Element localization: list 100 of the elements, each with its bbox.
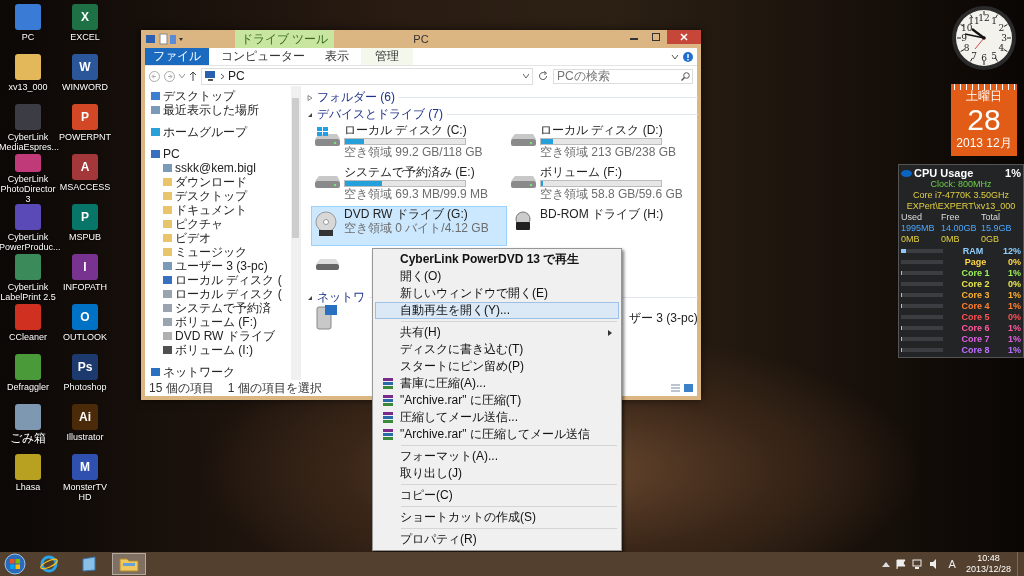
- up-arrow-icon[interactable]: [189, 71, 197, 81]
- nav-item[interactable]: デスクトップ: [163, 89, 235, 103]
- taskbar-button[interactable]: [112, 553, 146, 575]
- desktop-icon-label[interactable]: WINWORD: [62, 82, 108, 92]
- menu-item[interactable]: 新しいウィンドウで開く(E): [375, 285, 619, 302]
- ribbon-tab[interactable]: 表示: [317, 48, 357, 65]
- caret-icon[interactable]: [179, 73, 185, 79]
- nav-item[interactable]: ローカル ディスク (: [175, 273, 282, 287]
- menu-item[interactable]: 開く(O): [375, 268, 619, 285]
- menu-item[interactable]: ディスクに書き込む(T): [375, 341, 619, 358]
- nav-item[interactable]: ピクチャ: [175, 217, 223, 231]
- quick-access-toolbar-icon[interactable]: [145, 33, 185, 45]
- search-field[interactable]: PCの検索: [553, 68, 693, 84]
- caret-icon[interactable]: [523, 73, 529, 79]
- menu-item[interactable]: フォーマット(A)...: [375, 448, 619, 465]
- desktop-icon-label[interactable]: MSACCESS: [59, 182, 111, 192]
- app-icon[interactable]: X: [72, 4, 98, 30]
- desktop-icon-label[interactable]: Illustrator: [66, 432, 104, 442]
- menu-item[interactable]: スタートにピン留め(P): [375, 358, 619, 375]
- app-icon[interactable]: M: [72, 454, 98, 480]
- desktop-icon-label[interactable]: MonsterTV HD: [56, 482, 114, 502]
- nav-item[interactable]: sskk@kem.bigl: [175, 161, 256, 175]
- nav-item[interactable]: ローカル ディスク (: [175, 287, 282, 301]
- selected-drive-tile[interactable]: DVD RW ドライブ (G:) 空き領域 0 バイト/4.12 GB: [311, 206, 507, 246]
- desktop-icon-label[interactable]: CCleaner: [9, 332, 47, 342]
- app-icon[interactable]: Ps: [72, 354, 98, 380]
- nav-item[interactable]: PC: [163, 147, 180, 161]
- taskbar-clock[interactable]: 10:48 2013/12/28: [965, 553, 1011, 575]
- desktop-icon-label[interactable]: INFOPATH: [62, 282, 108, 292]
- group-header[interactable]: デバイスとドライブ (7): [317, 106, 443, 123]
- nav-item[interactable]: ボリューム (F:): [175, 315, 257, 329]
- menu-item[interactable]: "Archive.rar" に圧縮(T): [375, 392, 619, 409]
- usage-bar: [901, 292, 943, 297]
- help-icon[interactable]: [683, 51, 693, 62]
- address-bar[interactable]: PC: [201, 67, 533, 85]
- menu-item[interactable]: コピー(C): [375, 487, 619, 504]
- group-header[interactable]: ネットワ: [317, 289, 365, 306]
- nav-item[interactable]: ホームグループ: [163, 125, 247, 139]
- network-computer-label[interactable]: ザー 3 (3-pc): [629, 309, 698, 327]
- menu-item[interactable]: 圧縮してメール送信...: [375, 409, 619, 426]
- start-button[interactable]: [4, 553, 26, 575]
- close-button[interactable]: [667, 30, 701, 44]
- expander-icon[interactable]: [307, 111, 313, 118]
- speaker-icon[interactable]: [928, 559, 939, 569]
- app-icon[interactable]: I: [72, 254, 98, 280]
- caret-icon[interactable]: [671, 52, 679, 61]
- nav-item[interactable]: ミュージック: [175, 245, 247, 259]
- desktop-icon-label[interactable]: CyberLink LabelPrint 2.5: [0, 282, 56, 302]
- nav-item[interactable]: ユーザー 3 (3-pc): [175, 259, 268, 273]
- nav-item[interactable]: ボリューム (I:): [175, 343, 253, 357]
- app-icon[interactable]: A: [72, 154, 98, 180]
- app-icon[interactable]: P: [72, 104, 98, 130]
- desktop-icon-label[interactable]: PC: [21, 32, 35, 42]
- ribbon-tab[interactable]: コンピューター: [213, 48, 313, 65]
- desktop-icon-label[interactable]: OUTLOOK: [63, 332, 107, 342]
- menu-item[interactable]: ショートカットの作成(S): [375, 509, 619, 526]
- desktop-icon-label[interactable]: MSPUB: [69, 232, 101, 242]
- nav-item[interactable]: ドキュメント: [175, 203, 247, 217]
- menu-item[interactable]: 取り出し(J): [375, 465, 619, 482]
- tiles-view-icon[interactable]: [684, 384, 693, 392]
- app-icon[interactable]: O: [72, 304, 98, 330]
- menu-item[interactable]: 書庫に圧縮(A)...: [375, 375, 619, 392]
- nav-item[interactable]: 最近表示した場所: [163, 103, 259, 117]
- show-hidden-icons-caret-icon[interactable]: [881, 561, 890, 567]
- expander-icon[interactable]: [307, 294, 313, 301]
- nav-item[interactable]: ネットワーク: [163, 365, 235, 379]
- nav-item[interactable]: DVD RW ドライブ: [175, 329, 275, 343]
- app-icon[interactable]: Ai: [72, 404, 98, 430]
- menu-item[interactable]: プロパティ(R): [375, 531, 619, 548]
- network-icon[interactable]: [911, 559, 923, 569]
- desktop-icon-label[interactable]: Photoshop: [63, 382, 107, 392]
- nav-item[interactable]: デスクトップ: [175, 189, 247, 203]
- nav-item[interactable]: ダウンロード: [175, 175, 247, 189]
- flag-icon[interactable]: [895, 559, 906, 569]
- desktop-icon-label[interactable]: Lhasa: [15, 482, 41, 492]
- nav-item[interactable]: システムで予約済: [175, 301, 271, 315]
- desktop-icon-label[interactable]: POWERPNT: [59, 132, 111, 142]
- ribbon-tab[interactable]: ファイル: [145, 48, 209, 65]
- nav-item[interactable]: ビデオ: [175, 231, 211, 245]
- drive-name: BD-ROM ドライブ (H:): [540, 208, 664, 221]
- menu-item[interactable]: 共有(H): [375, 324, 619, 341]
- menu-item[interactable]: CyberLink PowerDVD 13 で再生: [375, 251, 619, 268]
- menu-item[interactable]: 自動再生を開く(Y)...: [375, 302, 619, 319]
- group-header[interactable]: フォルダー (6): [317, 89, 395, 106]
- desktop-icon-label[interactable]: CyberLink PhotoDirector 3: [0, 174, 56, 204]
- ribbon-tab[interactable]: 管理: [361, 48, 413, 65]
- refresh-icon[interactable]: [537, 70, 549, 82]
- desktop-icon-label[interactable]: ごみ箱: [10, 432, 46, 445]
- scrollbar[interactable]: [291, 86, 300, 380]
- desktop-icon-label[interactable]: EXCEL: [70, 32, 100, 42]
- ime-indicator[interactable]: A: [948, 558, 956, 570]
- search-icon[interactable]: [681, 71, 690, 81]
- desktop-icon-label[interactable]: CyberLink MediaEspres...: [0, 132, 57, 152]
- drive-name: システムで予約済み (E:): [344, 166, 476, 179]
- app-icon[interactable]: W: [72, 54, 98, 80]
- menu-item[interactable]: "Archive.rar" に圧縮してメール送信: [375, 426, 619, 443]
- desktop-icon-label[interactable]: xv13_000: [8, 82, 48, 92]
- desktop-icon-label[interactable]: Defraggler: [7, 382, 49, 392]
- app-icon[interactable]: P: [72, 204, 98, 230]
- chevron-icon: [220, 72, 225, 80]
